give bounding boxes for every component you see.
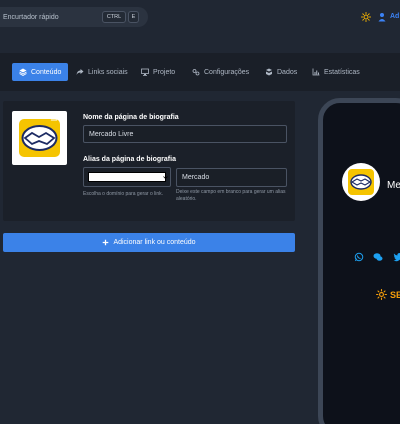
- preview-avatar: [342, 163, 380, 201]
- chart-icon: [312, 68, 320, 76]
- tab-statistics[interactable]: Estatísticas: [305, 63, 367, 81]
- user-icon[interactable]: [378, 12, 386, 22]
- tab-bar: Conteúdo Links sociais Projeto Configura…: [0, 53, 400, 91]
- tab-settings[interactable]: Configurações: [185, 63, 256, 81]
- database-icon: [266, 68, 272, 76]
- tab-social-links[interactable]: Links sociais: [69, 63, 135, 81]
- alias-title: Alias da página de biografia: [83, 156, 176, 163]
- preview-brand-text: SEU MERCADO: [390, 289, 400, 300]
- tab-project[interactable]: Projeto: [134, 63, 182, 81]
- alias-input[interactable]: Mercado: [176, 168, 287, 187]
- tab-data[interactable]: Dados: [258, 63, 304, 81]
- domain-redacted-value: [88, 172, 166, 182]
- chevron-down-icon: [163, 176, 168, 180]
- plus-icon: [103, 239, 109, 246]
- upload-icon: [50, 113, 58, 121]
- twitter-icon[interactable]: [393, 252, 400, 262]
- domain-help-text: Escolha o domínio para gerar o link.: [83, 191, 164, 197]
- tab-content-label: Conteúdo: [31, 68, 62, 76]
- preview-name: Mercado Livre: [387, 180, 400, 191]
- sun-icon[interactable]: [361, 12, 371, 22]
- preview-logo: [348, 169, 374, 195]
- sparkle-icon: [376, 289, 387, 300]
- domain-select[interactable]: [83, 167, 171, 187]
- add-link-button[interactable]: Adicionar link ou conteúdo: [3, 233, 295, 252]
- quick-shortener-search[interactable]: Encurtador rápido CTRL E: [0, 7, 148, 27]
- shortcut-ctrl-key: CTRL: [102, 11, 126, 23]
- phone-preview: Mercado Livre SEU MERCADO: [318, 98, 400, 424]
- bio-name-title: Nome da página de biografia: [83, 114, 179, 121]
- add-link-label: Adicionar link ou conteúdo: [113, 239, 196, 246]
- tab-project-label: Projeto: [153, 68, 176, 76]
- share-icon: [76, 69, 84, 75]
- tab-social-links-label: Links sociais: [88, 68, 128, 76]
- profile-label[interactable]: Ad: [390, 13, 399, 20]
- wechat-icon[interactable]: [373, 252, 383, 262]
- tab-content[interactable]: Conteúdo: [12, 63, 69, 81]
- whatsapp-icon[interactable]: [354, 252, 364, 262]
- layers-icon: [19, 68, 27, 76]
- preview-brand: SEU MERCADO: [376, 289, 400, 300]
- tab-data-label: Dados: [277, 68, 298, 76]
- tab-statistics-label: Estatísticas: [324, 68, 360, 76]
- quick-shortener-label: Encurtador rápido: [3, 13, 59, 21]
- tab-settings-label: Configurações: [204, 68, 250, 76]
- top-bar: Encurtador rápido CTRL E Ad: [0, 0, 400, 38]
- shortcut-e-key: E: [128, 11, 139, 23]
- monitor-icon: [141, 68, 149, 76]
- settings-icon: [192, 69, 200, 76]
- alias-help-text: Deixe este campo em branco para gerar um…: [176, 189, 286, 202]
- bio-name-input[interactable]: Mercado Livre: [83, 125, 287, 143]
- bio-settings-card: Nome da página de biografia Mercado Livr…: [3, 101, 295, 221]
